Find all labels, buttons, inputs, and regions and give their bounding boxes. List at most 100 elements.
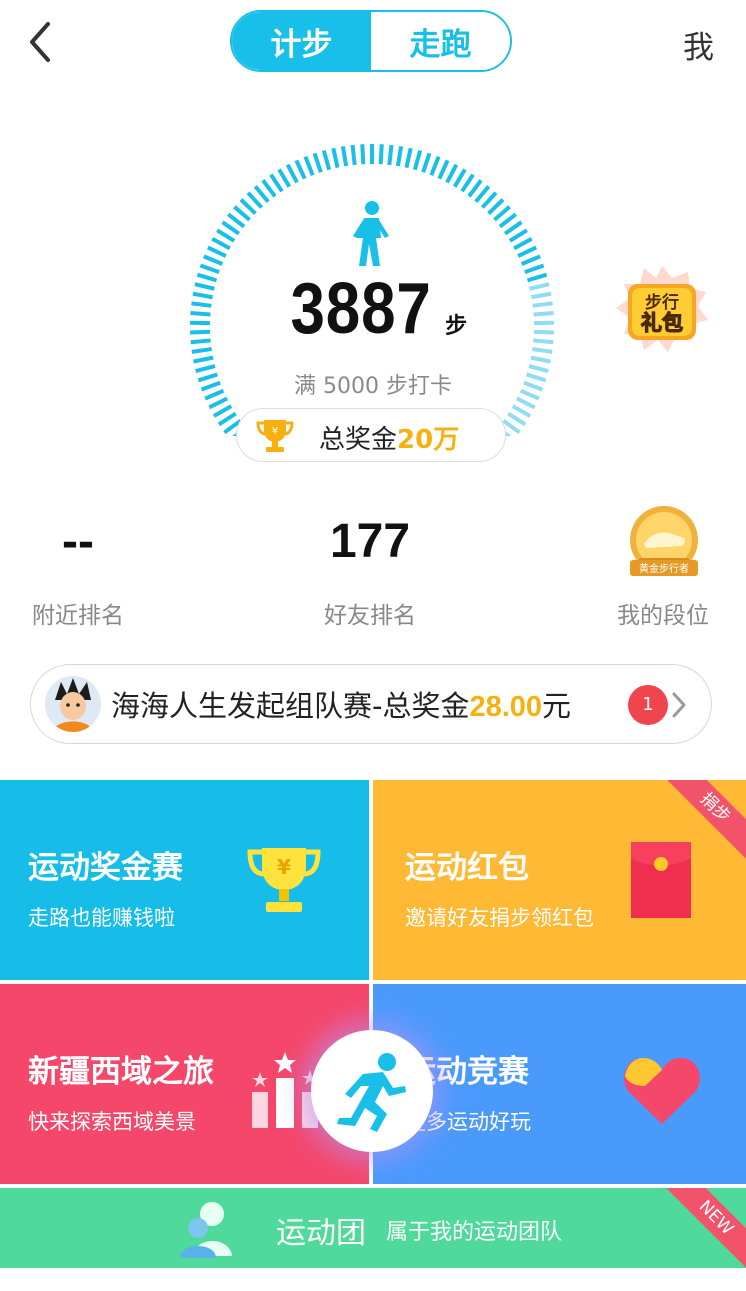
tab-walk-run[interactable]: 走跑	[371, 12, 510, 70]
tile-title: 新疆西域之旅	[28, 1054, 214, 1090]
tile-sports-prize-race[interactable]: 运动奖金赛 走路也能赚钱啦 ¥	[0, 780, 369, 980]
my-rank-label[interactable]: 我的段位	[600, 596, 726, 630]
dial-tick	[350, 144, 357, 166]
svg-text:¥: ¥	[277, 855, 291, 879]
dial-tick	[303, 155, 315, 176]
running-person-icon	[337, 1053, 406, 1132]
dial-tick	[508, 228, 528, 243]
dial-tick	[227, 212, 246, 229]
dial-tick	[206, 245, 227, 258]
dial-tick	[312, 152, 323, 173]
dial-tick	[378, 144, 384, 165]
team-text: 海海人生发起组队赛-总奖金	[111, 689, 470, 723]
walking-person-icon	[353, 201, 389, 266]
avatar	[45, 676, 101, 732]
svg-text:¥: ¥	[272, 426, 278, 437]
start-run-button[interactable]	[311, 1030, 433, 1152]
dial-tick	[269, 173, 284, 193]
dial-tick	[404, 147, 413, 169]
dial-tick	[321, 149, 332, 171]
friend-rank-value[interactable]: 177	[310, 514, 430, 569]
profile-button[interactable]: 我	[683, 22, 714, 67]
goal-text: 满 5000 步打卡	[294, 374, 452, 399]
dial-tick	[474, 185, 491, 203]
step-unit: 步	[445, 314, 468, 339]
dial-tick	[395, 146, 404, 167]
dial-tick	[233, 205, 251, 222]
dial-tick	[502, 419, 521, 435]
team-members-icon	[180, 1202, 232, 1258]
notification-badge: 1	[628, 685, 668, 725]
dial-tick	[460, 173, 475, 193]
total-prize-pill[interactable]: ¥ 总奖金20万	[236, 408, 506, 462]
dial-tick	[285, 163, 299, 184]
trophy-icon: ¥	[247, 848, 321, 912]
trophy-icon: ¥	[256, 420, 294, 452]
tile-title: 运动奖金赛	[28, 850, 183, 886]
dial-tick	[412, 149, 423, 171]
dial-tick	[261, 179, 277, 198]
gold-walker-medal-icon[interactable]: 黄金步行者	[622, 504, 706, 584]
tile-subtitle: 快来探索西域美景	[28, 1110, 196, 1134]
prize-label: 总奖金	[319, 425, 398, 455]
dial-tick	[340, 146, 349, 167]
walking-gift-pack-icon[interactable]: 步行 礼包	[612, 264, 712, 358]
dial-tick	[498, 212, 517, 229]
dial-tick	[520, 254, 541, 266]
dial-tick	[511, 404, 532, 418]
dial-tick	[530, 355, 551, 364]
tile-subtitle: 邀请好友捐步领红包	[405, 906, 594, 930]
dial-tick	[193, 355, 214, 364]
team-challenge-bar[interactable]: 海海人生发起组队赛-总奖金28.00元 1	[30, 664, 712, 744]
dial-tick	[387, 144, 394, 166]
dial-tick	[437, 159, 450, 180]
dial-tick	[429, 155, 441, 176]
nearby-rank-label[interactable]: 附近排名	[18, 596, 138, 630]
tile-title: 运动红包	[405, 850, 529, 886]
chevron-right-icon	[672, 692, 686, 718]
gift-line2: 礼包	[641, 311, 683, 335]
dial-tick	[507, 411, 527, 427]
dial-tick	[294, 159, 307, 180]
dial-tick	[253, 185, 270, 203]
dial-tick	[212, 404, 233, 418]
dial-tick	[445, 163, 459, 184]
medal-text: 黄金步行者	[639, 562, 689, 575]
dial-tick	[480, 191, 498, 209]
step-count-value: 3887	[290, 269, 432, 349]
dial-tick	[216, 228, 236, 243]
dial-tick	[211, 237, 231, 251]
prize-value: 20万	[397, 425, 460, 455]
heart-icon	[624, 1058, 700, 1124]
club-subtitle: 属于我的运动团队	[386, 1220, 563, 1245]
nearby-rank-value: --	[62, 515, 94, 568]
dial-tick	[452, 168, 467, 188]
mode-tab-switcher: 计步 走跑	[230, 10, 512, 72]
dial-tick	[487, 198, 505, 215]
dial-tick	[513, 237, 533, 251]
sports-club-bar[interactable]: 运动团 属于我的运动团队 NEW	[0, 1188, 746, 1268]
dial-tick	[217, 411, 237, 427]
dial-tick	[467, 179, 483, 198]
tile-sports-red-envelope[interactable]: 运动红包 邀请好友捐步领红包 捐步	[373, 780, 746, 980]
dial-tick	[517, 245, 538, 258]
tile-subtitle: 走路也能赚钱啦	[28, 906, 175, 930]
dial-tick	[246, 191, 264, 209]
club-title: 运动团	[276, 1216, 366, 1251]
new-ribbon: NEW	[663, 1188, 746, 1268]
dial-tick	[221, 220, 241, 236]
dial-tick	[421, 152, 432, 173]
team-amount: 28.00	[469, 691, 543, 723]
dial-tick	[493, 205, 511, 222]
back-icon[interactable]	[22, 20, 58, 64]
dial-tick	[203, 254, 224, 266]
team-text-suffix: 元	[542, 689, 572, 723]
dial-tick	[277, 168, 292, 188]
dial-tick	[239, 198, 257, 215]
dial-tick	[331, 147, 340, 169]
dial-tick	[360, 144, 366, 165]
red-envelope-icon	[631, 842, 691, 918]
dial-tick	[503, 220, 523, 236]
friend-rank-label[interactable]: 好友排名	[310, 596, 430, 630]
tab-step-count[interactable]: 计步	[232, 12, 371, 70]
